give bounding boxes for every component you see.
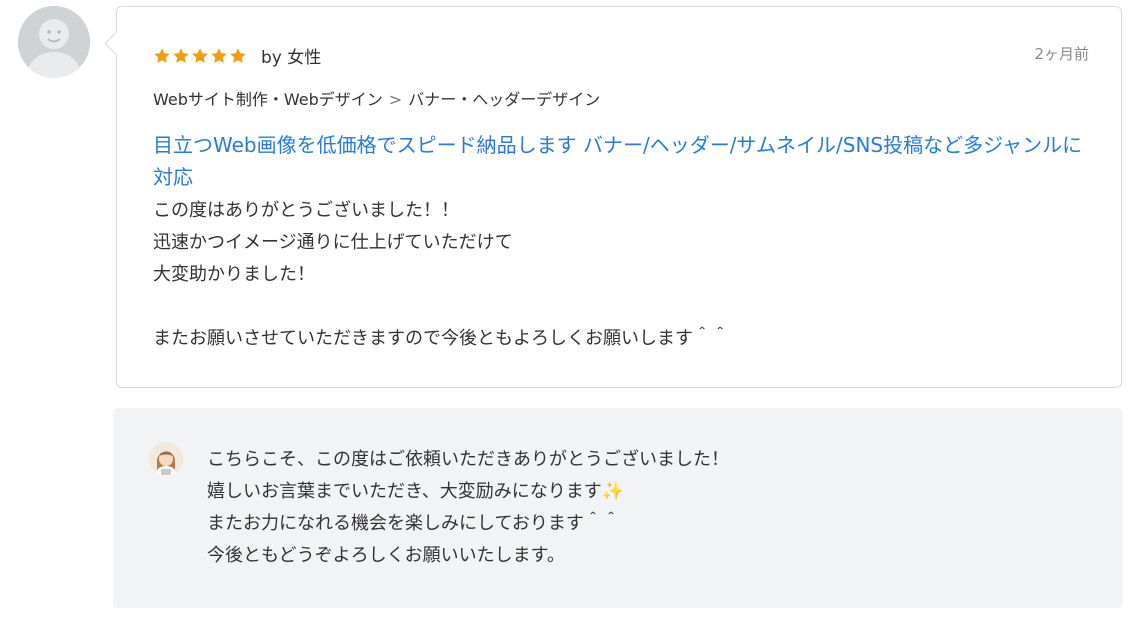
review-line: 大変助かりました！	[153, 264, 315, 285]
category-breadcrumb: Webサイト制作・Webデザイン > バナー・ヘッダーデザイン	[153, 89, 600, 111]
speech-bubble-notch	[104, 31, 129, 56]
star-icon	[154, 48, 170, 63]
star-rating	[153, 47, 247, 67]
review-header: by 女性 2ヶ月前	[153, 45, 1089, 71]
seller-avatar[interactable]	[149, 442, 183, 476]
service-title-link[interactable]: 目立つWeb画像を低価格でスピード納品します バナー/ヘッダー/サムネイル/SN…	[153, 129, 1089, 193]
star-icon	[192, 48, 208, 63]
star-icon	[211, 48, 227, 63]
reply-line: 今後ともどうぞよろしくお願いいたします。	[207, 545, 565, 566]
review-line: この度はありがとうございました！！	[153, 200, 459, 221]
reply-line: 嬉しいお言葉までいただき、大変励みになります✨	[207, 481, 625, 502]
seller-avatar-icon	[149, 442, 183, 476]
reviewer-label: by 女性	[261, 48, 322, 68]
review-date: 2ヶ月前	[1034, 45, 1089, 63]
category-child: バナー・ヘッダーデザイン	[408, 90, 601, 109]
category-parent: Webサイト制作・Webデザイン	[153, 90, 383, 109]
reply-line: またお力になれる機会を楽しみにしております＾＾	[207, 513, 620, 534]
reviewer-avatar	[18, 6, 90, 78]
review-line-blank	[153, 291, 1093, 323]
reply-line: こちらこそ、この度はご依頼いただきありがとうございました！	[207, 449, 729, 470]
review-line: またお願いさせていただきますので今後ともよろしくお願いします＾＾	[153, 328, 729, 349]
category-separator: >	[388, 90, 403, 109]
review-line: 迅速かつイメージ通りに仕上げていただけて	[153, 232, 513, 253]
reply-body: こちらこそ、この度はご依頼いただきありがとうございました！ 嬉しいお言葉までいた…	[207, 444, 1087, 572]
seller-reply: こちらこそ、この度はご依頼いただきありがとうございました！ 嬉しいお言葉までいた…	[113, 408, 1123, 608]
star-icon	[173, 48, 189, 63]
default-user-avatar-icon	[18, 6, 90, 78]
star-icon	[230, 48, 246, 63]
review-card: by 女性 2ヶ月前 Webサイト制作・Webデザイン > バナー・ヘッダーデザイン…	[104, 6, 1122, 388]
review-body: この度はありがとうございました！！ 迅速かつイメージ通りに仕上げていただけて 大…	[153, 195, 1093, 355]
